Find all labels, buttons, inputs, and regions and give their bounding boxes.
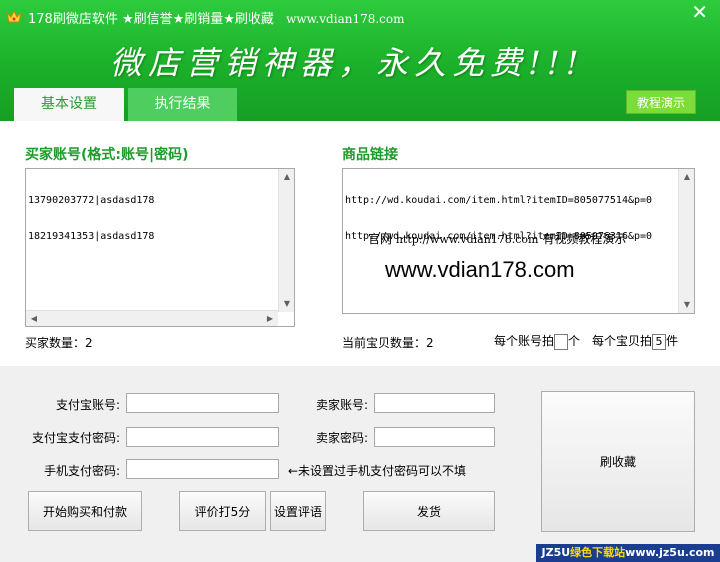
- buyer-vertical-scrollbar[interactable]: ▲ ▼: [278, 169, 294, 312]
- scroll-left-icon[interactable]: ◀: [26, 311, 42, 326]
- buyer-count-value: 2: [85, 336, 93, 350]
- product-links-textarea[interactable]: http://wd.koudai.com/item.html?itemID=80…: [342, 168, 695, 314]
- start-purchase-button[interactable]: 开始购买和付款: [28, 491, 142, 531]
- product-links-lines: http://wd.koudai.com/item.html?itemID=80…: [345, 171, 652, 267]
- per-account-label: 每个账号拍: [494, 334, 555, 348]
- window-title-text: 178刷微店软件 ★刷信誉★刷销量★刷收藏: [28, 12, 274, 27]
- buyer-horizontal-scrollbar[interactable]: ◀ ▶: [26, 310, 278, 326]
- watermark-suffix: www.jz5u.com: [625, 546, 715, 559]
- official-site-label: 官网: [368, 232, 393, 246]
- per-item-input[interactable]: 5: [652, 333, 667, 350]
- watermark-middle: 绿色下载站: [570, 546, 626, 559]
- close-icon[interactable]: ✕: [691, 0, 708, 24]
- product-count-label: 当前宝贝数量：: [342, 336, 427, 350]
- buyer-count-label: 买家数量：: [25, 336, 86, 350]
- alipay-account-label: 支付宝账号:: [55, 398, 120, 412]
- mobile-password-label: 手机支付密码:: [43, 464, 120, 478]
- window-title: 178刷微店软件 ★刷信誉★刷销量★刷收藏 www.vdian178.com: [28, 8, 405, 27]
- product-vertical-scrollbar[interactable]: ▲ ▼: [678, 169, 694, 313]
- ship-button[interactable]: 发货: [363, 491, 495, 531]
- product-count: 当前宝贝数量：2: [342, 334, 434, 351]
- crown-icon: [6, 9, 22, 23]
- watermark-prefix: JZ5U: [541, 546, 571, 559]
- mobile-password-input[interactable]: [126, 459, 279, 479]
- product-line: http://wd.koudai.com/item.html?itemID=80…: [345, 195, 653, 206]
- buyer-accounts-textarea[interactable]: 13790203772|asdasd178 18219341353|asdasd…: [25, 168, 295, 327]
- tab-basic-settings[interactable]: 基本设置: [14, 88, 124, 121]
- favorite-button[interactable]: 刷收藏: [541, 391, 695, 532]
- window-title-url: www.vdian178.com: [286, 12, 405, 26]
- product-count-value: 2: [426, 336, 434, 350]
- app-header: 178刷微店软件 ★刷信誉★刷销量★刷收藏 www.vdian178.com ✕…: [0, 0, 720, 121]
- product-links-title: 商品链接: [342, 147, 398, 163]
- settings-panel: 买家账号(格式:账号|密码) 13790203772|asdasd178 182…: [0, 121, 720, 366]
- buyer-line: 13790203772|asdasd178: [28, 195, 155, 206]
- buyer-accounts-title: 买家账号(格式:账号|密码): [25, 147, 189, 163]
- alipay-password-label: 支付宝支付密码:: [31, 431, 120, 445]
- tutorial-button[interactable]: 教程演示: [626, 90, 696, 114]
- per-account-unit: 个: [568, 334, 581, 348]
- per-account-input[interactable]: [554, 333, 569, 350]
- alipay-account-input[interactable]: [126, 393, 279, 413]
- tab-execution-results[interactable]: 执行结果: [128, 88, 237, 121]
- per-item-unit: 件: [666, 334, 679, 348]
- seller-password-label: 卖家密码:: [315, 431, 368, 445]
- per-item-label: 每个宝贝拍: [592, 334, 653, 348]
- slogan-banner: 微店营销神器，永久免费!!!: [110, 44, 585, 82]
- official-site-url: http://www.vdian178.com: [395, 233, 539, 246]
- seller-account-label: 卖家账号:: [315, 398, 368, 412]
- per-account-setting: 每个账号拍个: [494, 332, 580, 350]
- scroll-right-icon[interactable]: ▶: [262, 311, 278, 326]
- site-url-banner: www.vdian178.com: [385, 257, 575, 282]
- buyer-line: 18219341353|asdasd178: [28, 231, 155, 242]
- mobile-password-hint: ←未设置过手机支付密码可以不填: [288, 464, 467, 478]
- download-site-watermark: JZ5U绿色下载站www.jz5u.com: [536, 544, 720, 562]
- close-button[interactable]: ✕: [691, 2, 708, 22]
- scroll-up-icon[interactable]: ▲: [279, 169, 294, 185]
- rate-five-stars-button[interactable]: 评价打5分: [179, 491, 266, 531]
- official-site-note: 官网 http://www.vdian178.com 有视频教程演示: [368, 230, 626, 247]
- per-item-setting: 每个宝贝拍 5 件: [592, 332, 678, 350]
- seller-account-input[interactable]: [374, 393, 495, 413]
- seller-password-input[interactable]: [374, 427, 495, 447]
- set-comment-button[interactable]: 设置评语: [270, 491, 326, 531]
- scroll-down-icon[interactable]: ▼: [679, 297, 694, 313]
- buyer-count: 买家数量：2: [25, 334, 93, 351]
- scroll-down-icon[interactable]: ▼: [279, 296, 294, 312]
- buyer-accounts-lines: 13790203772|asdasd178 18219341353|asdasd…: [28, 171, 154, 267]
- scroll-up-icon[interactable]: ▲: [679, 169, 694, 185]
- alipay-password-input[interactable]: [126, 427, 279, 447]
- official-site-video-note: 有视频教程演示: [542, 232, 627, 246]
